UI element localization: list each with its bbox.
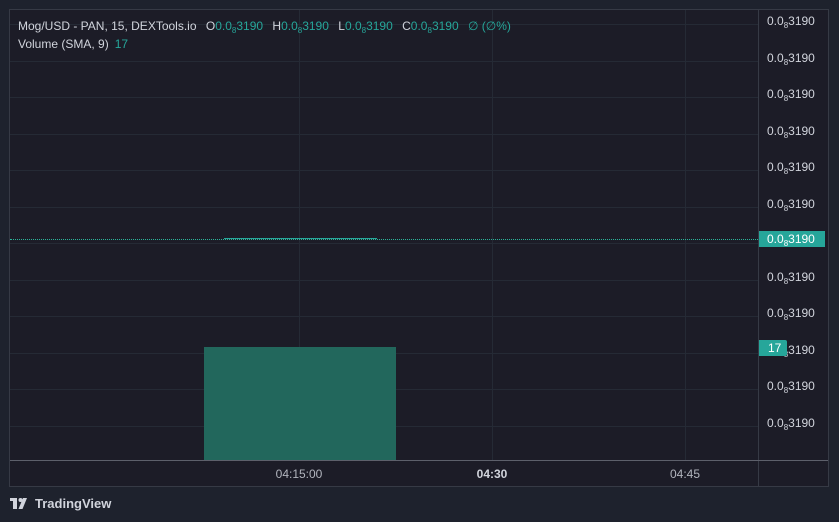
open-value: 0.083190 (215, 19, 264, 35)
volume-indicator-label[interactable]: Volume (SMA, 9) (18, 37, 109, 51)
time-label: 04:15:00 (275, 467, 323, 481)
volume-value-badge: 17 (759, 340, 787, 356)
axis-corner (758, 461, 759, 486)
change-value: ∅ (∅%) (467, 19, 511, 33)
plot-area[interactable]: Mog/USD - PAN, 15, DEXTools.io O0.083190… (10, 10, 758, 460)
price-tick-label: 0.083190 (767, 124, 815, 140)
open-key: O (205, 19, 216, 33)
price-tick-label: 0.083190 (767, 87, 815, 103)
price-tick-label: 0.083190 (767, 416, 815, 432)
grid-line (10, 170, 758, 171)
time-label: 04:45 (669, 467, 701, 481)
ohlc-legend: Mog/USD - PAN, 15, DEXTools.io O0.083190… (18, 18, 511, 36)
grid-line (685, 10, 686, 460)
grid-line (10, 316, 758, 317)
tradingview-logo[interactable]: TradingView (10, 496, 111, 511)
grid-line (10, 207, 758, 208)
volume-legend: Volume (SMA, 9) 17 (18, 36, 511, 52)
price-tick-label: 0.083190 (767, 160, 815, 176)
chart-frame[interactable]: Mog/USD - PAN, 15, DEXTools.io O0.083190… (9, 9, 829, 487)
time-axis[interactable]: 04:15:00 04:30 04:45 (10, 460, 828, 486)
price-tick-label: 0.083190 (767, 51, 815, 67)
price-tick-label: 0.083190 (767, 197, 815, 213)
grid-line (10, 243, 758, 244)
price-axis[interactable]: 0.083190 0.083190 0.083190 0.083190 0.083190… (758, 10, 828, 460)
tradingview-brand: TradingView (35, 496, 112, 511)
low-key: L (338, 19, 345, 33)
current-price-badge: 0.083190 (759, 231, 825, 248)
grid-line (10, 280, 758, 281)
price-tick-label: 0.083190 (767, 306, 815, 322)
grid-line (10, 61, 758, 62)
price-tick-label: 0.083190 (767, 379, 815, 395)
close-value: 0.083190 (410, 19, 459, 35)
grid-line (492, 10, 493, 460)
low-value: 0.083190 (344, 19, 393, 35)
current-price-line (10, 239, 758, 240)
chart-legend: Mog/USD - PAN, 15, DEXTools.io O0.083190… (18, 18, 511, 52)
time-label: 04:30 (476, 467, 508, 481)
tradingview-icon (10, 497, 27, 509)
price-tick-label: 0.083190 (767, 14, 815, 30)
grid-line (10, 97, 758, 98)
volume-indicator-value: 17 (114, 37, 129, 51)
symbol-title[interactable]: Mog/USD - PAN, 15, DEXTools.io (18, 19, 197, 33)
price-tick-label: 0.083190 (767, 270, 815, 286)
high-key: H (272, 19, 282, 33)
close-key: C (402, 19, 411, 33)
high-value: 0.083190 (281, 19, 329, 35)
grid-line (10, 134, 758, 135)
volume-bar (204, 347, 396, 460)
